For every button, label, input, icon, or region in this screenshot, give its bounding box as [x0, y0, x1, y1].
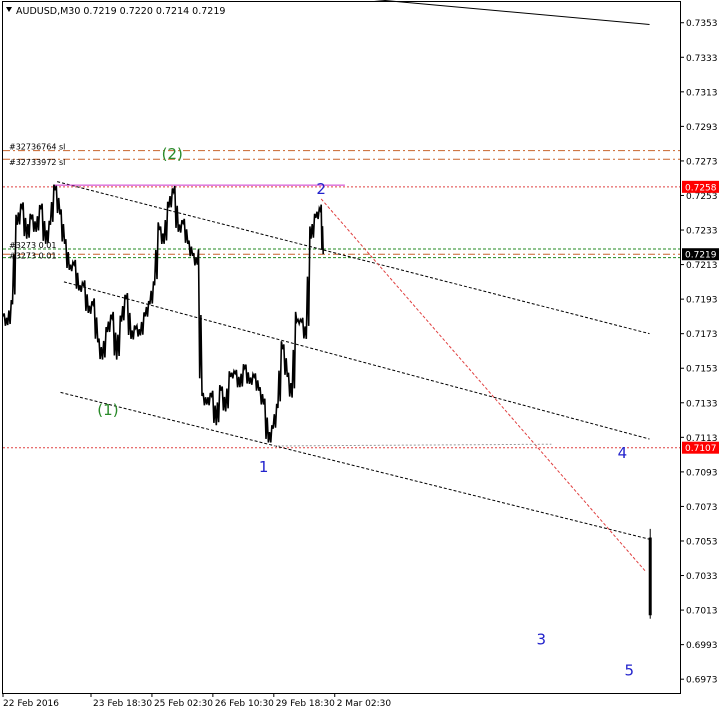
y-tick-label: 0.7033 [686, 572, 718, 582]
order-label: #32733972 sl [9, 158, 65, 167]
y-axis: 0.73530.73330.73130.72930.72730.72530.72… [680, 19, 718, 686]
wave-label: 5 [624, 662, 634, 680]
x-tick-label: 22 Feb 2016 [3, 699, 59, 709]
y-tick-label: 0.7293 [686, 123, 718, 133]
y-tick-label: 0.7013 [686, 607, 718, 617]
y-tick-label: 0.7073 [686, 503, 718, 513]
y-tick-label: 0.7353 [686, 19, 718, 29]
chart-header: AUDUSD,M30 0.7219 0.7220 0.7214 0.7219 [6, 6, 225, 17]
wave-label: (1) [97, 401, 118, 419]
y-tick-label: 0.7233 [686, 227, 718, 237]
y-tick-label: 0.7313 [686, 88, 718, 98]
y-tick-label: 0.7053 [686, 537, 718, 547]
wave-label: 4 [618, 444, 628, 462]
chart-title: AUDUSD,M30 0.7219 0.7220 0.7214 0.7219 [16, 6, 225, 17]
last-candle-body [648, 537, 652, 616]
price-label-text: 0.7107 [685, 444, 717, 454]
order-label: #32736764 sl [9, 143, 65, 152]
y-tick-label: 0.6993 [686, 641, 718, 651]
wave-label: 3 [536, 631, 546, 649]
x-tick-label: 2 Mar 02:30 [337, 699, 392, 709]
x-tick-label: 26 Feb 10:30 [215, 699, 274, 709]
y-tick-label: 0.7193 [686, 296, 718, 306]
chart-container: 0.7353 0.7333 0.7313 0.7293 0.7273 0.7253 0.72… [0, 0, 722, 715]
y-tick-label: 0.7153 [686, 365, 718, 375]
price-label-text: 0.7258 [685, 183, 717, 193]
y-tick-label: 0.7213 [686, 261, 718, 271]
price-chart[interactable]: 0.73530.73330.73130.72930.72730.72530.72… [0, 0, 722, 715]
y-tick-label: 0.7173 [686, 330, 718, 340]
y-tick-label: 0.7133 [686, 399, 718, 409]
y-tick-label: 0.7333 [686, 54, 718, 64]
y-tick-label: 0.7093 [686, 468, 718, 478]
price-label-text: 0.7219 [685, 251, 717, 261]
x-tick-label: 25 Feb 02:30 [154, 699, 213, 709]
x-tick-label: 29 Feb 18:30 [276, 699, 335, 709]
wave-label: (2) [162, 145, 183, 163]
y-tick-label: 0.7273 [686, 157, 718, 167]
wave-label: 2 [316, 180, 326, 198]
wave-label: 1 [259, 458, 269, 476]
y-tick-label: 0.7253 [686, 192, 718, 202]
y-tick-label: 0.6973 [686, 676, 718, 686]
price-labels: 0.7258 0.7219 0.7107 [682, 180, 719, 454]
x-axis: 22 Feb 2016 23 Feb 18:30 25 Feb 02:30 26 Fe… [2, 693, 392, 709]
x-tick-label: 23 Feb 18:30 [93, 699, 152, 709]
order-label: #3273 0.01 [9, 241, 56, 250]
order-label: #3273 0.01 [9, 251, 56, 260]
